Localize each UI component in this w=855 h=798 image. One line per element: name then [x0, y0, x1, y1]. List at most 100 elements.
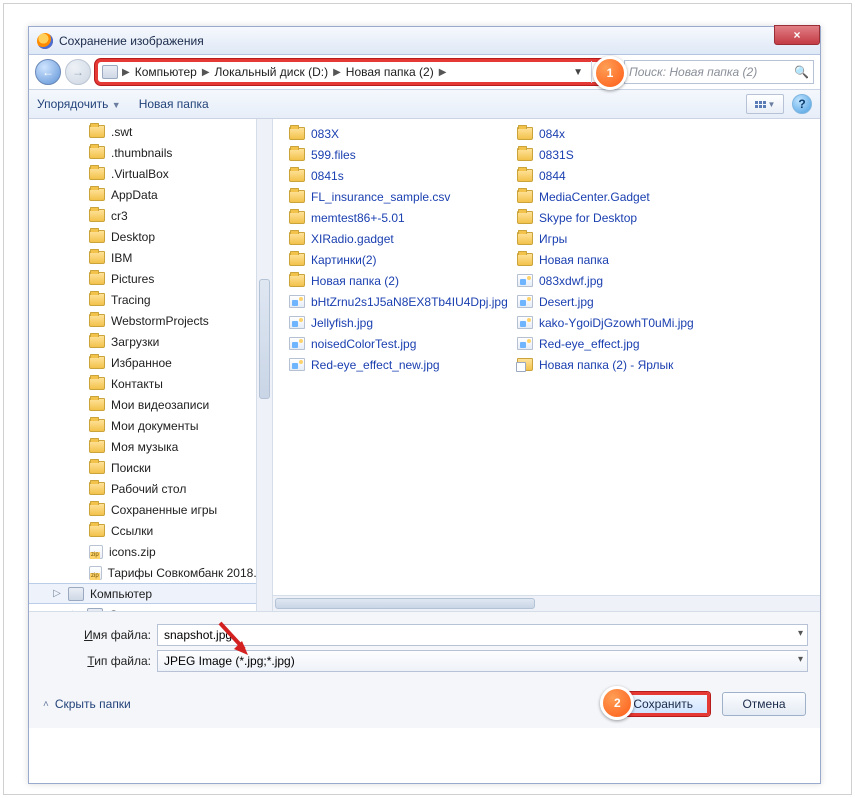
file-item[interactable]: Skype for Desktop: [517, 207, 745, 228]
folder-icon: [89, 146, 105, 159]
dialog-footer: ˄ Скрыть папки 2 Сохранить Отмена: [29, 680, 820, 728]
tree-item[interactable]: Избранное: [29, 352, 272, 373]
tree-item[interactable]: Поиски: [29, 457, 272, 478]
tree-item[interactable]: Desktop: [29, 226, 272, 247]
image-icon: [517, 316, 533, 329]
expand-icon[interactable]: ▷: [71, 609, 81, 611]
chevron-down-icon[interactable]: ▾: [798, 628, 803, 639]
tree-scrollbar[interactable]: [256, 119, 272, 611]
tree-item[interactable]: icons.zip: [29, 541, 272, 562]
tree-item[interactable]: .VirtualBox: [29, 163, 272, 184]
view-mode-button[interactable]: ▼: [746, 94, 784, 114]
file-item[interactable]: Red-eye_effect.jpg: [517, 333, 745, 354]
file-item[interactable]: Новая папка: [517, 249, 745, 270]
file-item[interactable]: Desert.jpg: [517, 291, 745, 312]
file-item[interactable]: noisedColorTest.jpg: [289, 333, 517, 354]
file-item[interactable]: kako-YgoiDjGzowhT0uMi.jpg: [517, 312, 745, 333]
tree-item[interactable]: Мои видеозаписи: [29, 394, 272, 415]
file-item[interactable]: Картинки(2): [289, 249, 517, 270]
cancel-button[interactable]: Отмена: [722, 692, 806, 716]
scrollbar-thumb[interactable]: [259, 279, 270, 399]
file-item[interactable]: MediaCenter.Gadget: [517, 186, 745, 207]
image-icon: [517, 337, 533, 350]
tree-item[interactable]: AppData: [29, 184, 272, 205]
file-item-label: Картинки(2): [311, 253, 377, 267]
tree-item[interactable]: Мои документы: [29, 415, 272, 436]
back-button[interactable]: ←: [35, 59, 61, 85]
file-item[interactable]: 083X: [289, 123, 517, 144]
tree-root-item[interactable]: ▷Компьютер: [29, 583, 272, 604]
forward-button[interactable]: →: [65, 59, 91, 85]
file-item[interactable]: FL_insurance_sample.csv: [289, 186, 517, 207]
chevron-down-icon[interactable]: ▾: [798, 654, 803, 665]
tree-root-item[interactable]: ▷Сеть: [29, 604, 272, 611]
folder-icon: [289, 211, 305, 224]
tree-item[interactable]: WebstormProjects: [29, 310, 272, 331]
tree-item[interactable]: Тарифы Совкомбанк 2018.zip: [29, 562, 272, 583]
address-bar[interactable]: ▶ Компьютер ▶ Локальный диск (D:) ▶ Нова…: [95, 59, 620, 85]
file-item[interactable]: Новая папка (2): [289, 270, 517, 291]
tree-item-label: Поиски: [111, 461, 151, 475]
file-item[interactable]: memtest86+-5.01: [289, 207, 517, 228]
file-item[interactable]: 599.files: [289, 144, 517, 165]
new-folder-button[interactable]: Новая папка: [139, 97, 209, 111]
file-list[interactable]: 083X599.files 0841s FL_insurance_sample.cs…: [273, 119, 820, 611]
folder-icon: [89, 503, 105, 516]
close-button[interactable]: ×: [774, 25, 820, 45]
search-input[interactable]: Поиск: Новая папка (2) 🔍: [624, 60, 814, 84]
tree-item[interactable]: .thumbnails: [29, 142, 272, 163]
shortcut-icon: [517, 358, 533, 371]
tree-item[interactable]: Ссылки: [29, 520, 272, 541]
tree-item-label: .thumbnails: [111, 146, 172, 160]
file-item[interactable]: Новая папка (2) - Ярлык: [517, 354, 745, 375]
help-button[interactable]: ?: [792, 94, 812, 114]
folder-icon: [289, 274, 305, 287]
tree-item[interactable]: Контакты: [29, 373, 272, 394]
tree-item[interactable]: Pictures: [29, 268, 272, 289]
file-item-label: MediaCenter.Gadget: [539, 190, 650, 204]
breadcrumb-seg-1[interactable]: Локальный диск (D:): [212, 65, 332, 79]
file-item[interactable]: XIRadio.gadget: [289, 228, 517, 249]
zip-icon: [89, 545, 103, 559]
tree-item[interactable]: .swt: [29, 121, 272, 142]
tree-item[interactable]: Моя музыка: [29, 436, 272, 457]
folder-icon: [89, 461, 105, 474]
folder-tree[interactable]: .swt .thumbnails .VirtualBoxAppDatacr3Desk…: [29, 119, 273, 611]
hide-folders-toggle[interactable]: ˄ Скрыть папки: [43, 697, 131, 711]
help-icon: ?: [798, 97, 805, 111]
scrollbar-thumb[interactable]: [275, 598, 535, 609]
file-item-label: 0844: [539, 169, 566, 183]
file-item[interactable]: 0841s: [289, 165, 517, 186]
title-bar: Сохранение изображения ×: [29, 27, 820, 55]
organize-menu[interactable]: Упорядочить ▼: [37, 97, 121, 111]
file-item-label: 084x: [539, 127, 565, 141]
breadcrumb-seg-2[interactable]: Новая папка (2): [343, 65, 437, 79]
tree-item-label: Pictures: [111, 272, 154, 286]
file-item[interactable]: Игры: [517, 228, 745, 249]
folder-icon: [89, 356, 105, 369]
file-item-label: 0841s: [311, 169, 344, 183]
tree-item[interactable]: Сохраненные игры: [29, 499, 272, 520]
tree-item[interactable]: Tracing: [29, 289, 272, 310]
file-item[interactable]: Red-eye_effect_new.jpg: [289, 354, 517, 375]
file-item[interactable]: 0831S: [517, 144, 745, 165]
filetype-select[interactable]: JPEG Image (*.jpg;*.jpg) ▾: [157, 650, 808, 672]
breadcrumb-seg-0[interactable]: Компьютер: [132, 65, 200, 79]
tree-item[interactable]: cr3: [29, 205, 272, 226]
chevron-down-icon[interactable]: ▼: [569, 67, 587, 78]
file-item[interactable]: 083xdwf.jpg: [517, 270, 745, 291]
files-scrollbar[interactable]: [273, 595, 820, 611]
file-item[interactable]: Jellyfish.jpg: [289, 312, 517, 333]
chevron-up-icon: ˄: [43, 699, 49, 710]
file-item[interactable]: bHtZrnu2s1J5aN8EX8Tb4IU4Dpj.jpg: [289, 291, 517, 312]
tree-item-label: Избранное: [111, 356, 172, 370]
expand-icon[interactable]: ▷: [52, 588, 62, 599]
tree-item[interactable]: IBM: [29, 247, 272, 268]
tree-item[interactable]: Рабочий стол: [29, 478, 272, 499]
file-item[interactable]: 0844: [517, 165, 745, 186]
tree-item-label: Сохраненные игры: [111, 503, 217, 517]
filename-input[interactable]: snapshot.jpg ▾: [157, 624, 808, 646]
tree-item[interactable]: Загрузки: [29, 331, 272, 352]
folder-icon: [517, 253, 533, 266]
file-item[interactable]: 084x: [517, 123, 745, 144]
